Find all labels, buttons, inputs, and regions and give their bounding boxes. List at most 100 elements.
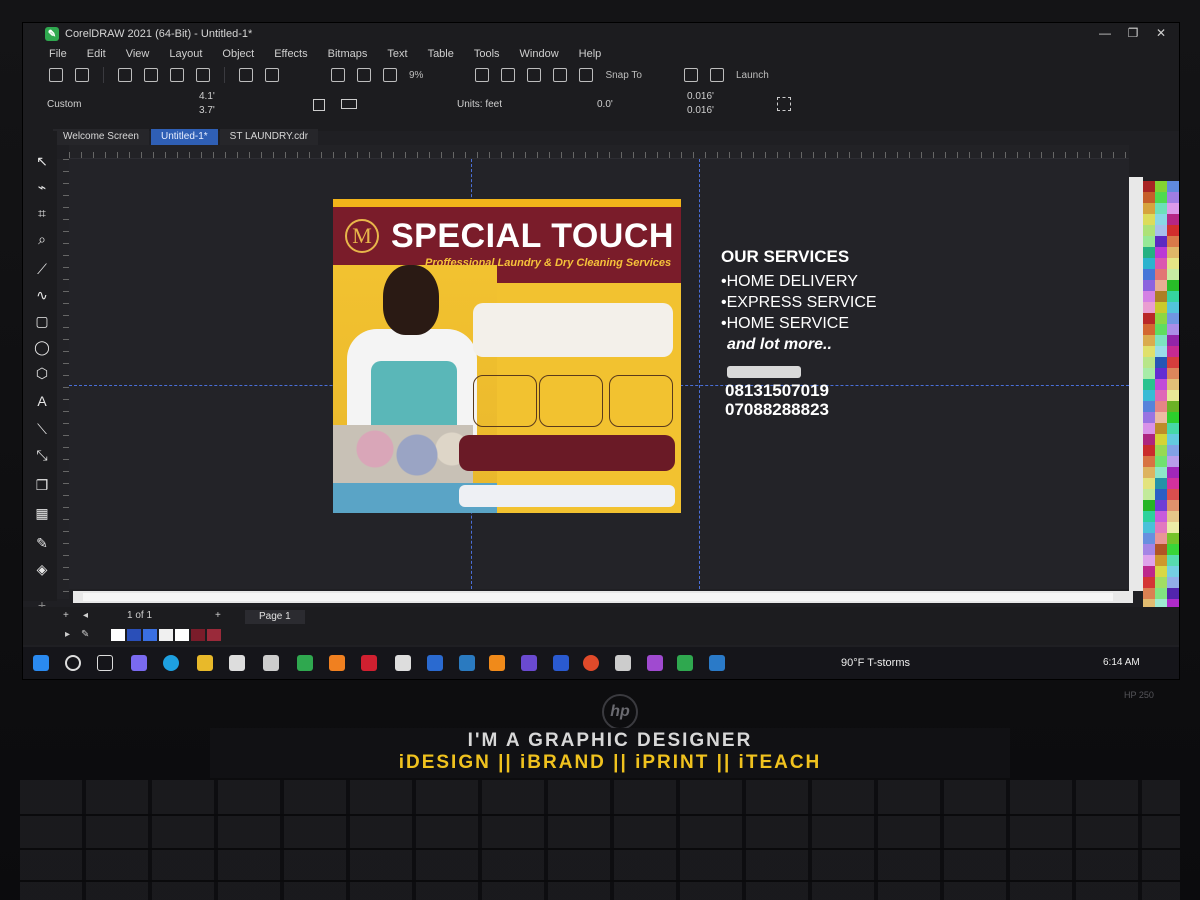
windows-start-icon[interactable] (33, 655, 49, 671)
document-icon[interactable] (395, 655, 411, 671)
palette-swatch[interactable] (1143, 247, 1155, 258)
palette-swatch[interactable] (1167, 478, 1179, 489)
palette-swatch[interactable] (1155, 247, 1167, 258)
palette-swatch[interactable] (1143, 203, 1155, 214)
copilot-icon[interactable] (131, 655, 147, 671)
mail-icon[interactable] (263, 655, 279, 671)
app-icon[interactable] (647, 655, 663, 671)
full-screen-icon[interactable] (475, 68, 490, 82)
palette-swatch[interactable] (1167, 247, 1179, 258)
palette-swatch[interactable] (1143, 489, 1155, 500)
launch-icon[interactable] (709, 68, 724, 82)
edge-icon[interactable] (163, 655, 179, 671)
palette-swatch[interactable] (1167, 291, 1179, 302)
color-swatch[interactable] (207, 629, 221, 641)
palette-swatch[interactable] (1143, 214, 1155, 225)
palette-swatch[interactable] (1143, 588, 1155, 599)
palette-swatch[interactable] (1167, 522, 1179, 533)
palette-swatch[interactable] (1143, 181, 1155, 192)
color-swatch[interactable] (159, 629, 173, 641)
palette-swatch[interactable] (1167, 203, 1179, 214)
parallel-dimension-icon[interactable]: ⟍ (34, 421, 50, 437)
palette-swatch[interactable] (1167, 390, 1179, 401)
file-explorer-icon[interactable] (197, 655, 213, 671)
palette-swatch[interactable] (1143, 533, 1155, 544)
palette-swatch[interactable] (1155, 335, 1167, 346)
polygon-tool-icon[interactable]: ⬡ (34, 365, 50, 381)
text-tool-icon[interactable]: A (34, 393, 50, 409)
vertical-guideline[interactable] (699, 159, 700, 589)
crop-icon[interactable] (777, 97, 791, 111)
palette-swatch[interactable] (1167, 324, 1179, 335)
zoom-tool-icon[interactable]: ⌕ (34, 231, 50, 247)
palette-swatch[interactable] (1167, 456, 1179, 467)
menu-text[interactable]: Text (387, 45, 407, 63)
palette-swatch[interactable] (1143, 302, 1155, 313)
color-swatch[interactable] (127, 629, 141, 641)
freehand-tool-icon[interactable]: ⟋ (34, 261, 50, 277)
palette-swatch[interactable] (1155, 423, 1167, 434)
color-swatch[interactable] (175, 629, 189, 641)
drawing-canvas[interactable]: M SPECIAL TOUCH Proffessional Laundry & … (69, 159, 1129, 589)
palette-swatch[interactable] (1143, 192, 1155, 203)
duplicate-x-field[interactable]: 0.016' (687, 91, 714, 102)
palette-swatch[interactable] (1155, 346, 1167, 357)
services-text[interactable]: OUR SERVICES •HOME DELIVERY •EXPRESS SER… (721, 247, 877, 355)
task-view-icon[interactable] (97, 655, 113, 671)
undo-icon[interactable] (265, 68, 279, 82)
palette-swatch[interactable] (1167, 225, 1179, 236)
palette-swatch[interactable] (1167, 357, 1179, 368)
palette-swatch[interactable] (1143, 379, 1155, 390)
open-folder-icon[interactable] (75, 68, 89, 82)
palette-swatch[interactable] (1167, 192, 1179, 203)
minimize-button[interactable]: — (1097, 26, 1113, 40)
ellipse-tool-icon[interactable]: ◯ (34, 339, 50, 355)
snap-to-dropdown[interactable]: Snap To (605, 70, 642, 81)
rulers-icon[interactable] (501, 68, 516, 82)
snap-icon[interactable] (579, 68, 594, 82)
palette-swatch[interactable] (1167, 489, 1179, 500)
palette-swatch[interactable] (1155, 302, 1167, 313)
palette-swatch[interactable] (1167, 434, 1179, 445)
add-page-after-icon[interactable]: + (215, 610, 221, 621)
connector-tool-icon[interactable]: ⤡ (34, 447, 50, 463)
close-button[interactable]: ✕ (1153, 26, 1169, 40)
palette-swatch[interactable] (1155, 390, 1167, 401)
tab-st-laundry[interactable]: ST LAUNDRY.cdr (219, 129, 319, 145)
rectangle-tool-icon[interactable]: ▢ (34, 313, 50, 329)
palette-swatch[interactable] (1143, 577, 1155, 588)
palette-swatch[interactable] (1167, 445, 1179, 456)
palette-swatch[interactable] (1155, 291, 1167, 302)
palette-swatch[interactable] (1155, 500, 1167, 511)
palette-swatch[interactable] (1155, 313, 1167, 324)
new-document-icon[interactable] (49, 68, 63, 82)
coreldraw-active-icon[interactable] (677, 655, 693, 671)
palette-swatch[interactable] (1155, 533, 1167, 544)
palette-swatch[interactable] (1155, 566, 1167, 577)
menu-bitmaps[interactable]: Bitmaps (328, 45, 368, 63)
palette-swatch[interactable] (1167, 555, 1179, 566)
palette-swatch[interactable] (1167, 533, 1179, 544)
feature-box[interactable] (539, 375, 603, 427)
palette-swatch[interactable] (1167, 335, 1179, 346)
palette-swatch[interactable] (1143, 236, 1155, 247)
flyer-design[interactable]: M SPECIAL TOUCH Proffessional Laundry & … (333, 199, 681, 513)
palette-swatch[interactable] (1167, 467, 1179, 478)
nudge-distance-field[interactable]: 0.0' (597, 99, 613, 110)
search-icon[interactable] (65, 655, 81, 671)
tab-welcome-screen[interactable]: Welcome Screen (53, 129, 149, 145)
landscape-icon[interactable] (341, 99, 357, 109)
palette-swatch[interactable] (1143, 467, 1155, 478)
palette-swatch[interactable] (1155, 401, 1167, 412)
word-icon[interactable] (553, 655, 569, 671)
vlc-icon[interactable] (329, 655, 345, 671)
palette-swatch[interactable] (1143, 346, 1155, 357)
page-width-field[interactable]: 4.1' (199, 91, 215, 102)
horizontal-ruler[interactable] (69, 145, 1129, 159)
palette-swatch[interactable] (1167, 401, 1179, 412)
palette-swatch[interactable] (1143, 335, 1155, 346)
feature-box[interactable] (609, 375, 673, 427)
palette-swatch[interactable] (1143, 434, 1155, 445)
palette-swatch[interactable] (1143, 390, 1155, 401)
menu-tools[interactable]: Tools (474, 45, 500, 63)
